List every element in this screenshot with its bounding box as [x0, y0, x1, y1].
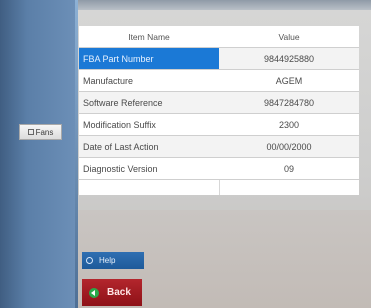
value-cell: 09 — [283, 163, 294, 174]
back-arrow-icon — [89, 287, 99, 298]
fans-icon — [27, 129, 34, 135]
table-row[interactable]: Modification Suffix 2300 — [79, 114, 359, 135]
back-button[interactable]: Back — [82, 279, 142, 306]
fans-button[interactable]: Fans — [19, 124, 62, 140]
help-button[interactable]: Help — [82, 252, 144, 269]
table-row[interactable]: Manufacture AGEM — [79, 70, 359, 91]
table-header-row: Item Name Value — [79, 26, 359, 47]
table-row[interactable]: Software Reference 9847284780 — [79, 92, 359, 113]
item-name-cell: Diagnostic Version — [83, 163, 158, 174]
item-name-cell: Date of Last Action — [83, 141, 159, 152]
column-header-value: Value — [278, 31, 300, 42]
table-row[interactable]: Date of Last Action 00/00/2000 — [79, 136, 359, 157]
row-divider — [79, 179, 359, 180]
item-name-cell: FBA Part Number — [79, 48, 219, 69]
table-row[interactable]: FBA Part Number 9844925880 — [79, 48, 359, 69]
item-name-cell: Software Reference — [83, 97, 163, 108]
table-row[interactable]: Diagnostic Version 09 — [79, 158, 359, 179]
value-cell: AGEM — [275, 75, 303, 86]
left-sidebar — [0, 0, 78, 308]
item-name-cell: Manufacture — [83, 75, 134, 86]
help-icon — [86, 257, 93, 264]
value-cell: 9847284780 — [263, 97, 315, 108]
help-button-label: Help — [99, 256, 116, 265]
value-cell: 9844925880 — [219, 48, 359, 69]
item-name-cell: Modification Suffix — [83, 119, 156, 130]
value-cell: 00/00/2000 — [266, 141, 312, 152]
column-header-item-name: Item Name — [128, 31, 170, 42]
fans-button-label: Fans — [35, 127, 54, 137]
value-cell: 2300 — [278, 119, 300, 130]
diagnostic-info-table: Item Name Value FBA Part Number 98449258… — [79, 26, 359, 195]
back-button-label: Back — [107, 287, 131, 298]
